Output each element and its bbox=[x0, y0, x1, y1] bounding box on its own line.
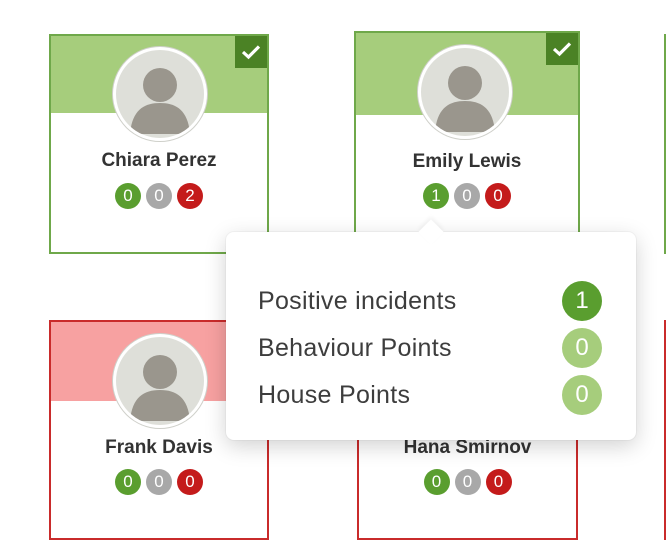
incident-counts[interactable]: 0 0 0 bbox=[51, 469, 267, 495]
avatar bbox=[113, 47, 207, 141]
student-name: Chiara Perez bbox=[101, 150, 217, 171]
popover-row-positive-incidents: Positive incidents 1 bbox=[258, 281, 602, 321]
negative-count-badge[interactable]: 0 bbox=[485, 469, 512, 495]
person-silhouette-icon bbox=[130, 355, 190, 421]
popover-row-value: 0 bbox=[562, 375, 602, 415]
neutral-count-badge[interactable]: 0 bbox=[146, 183, 172, 209]
negative-count-badge[interactable]: 0 bbox=[177, 469, 203, 495]
incident-summary-popover: Positive incidents 1 Behaviour Points 0 … bbox=[226, 219, 636, 440]
person-silhouette-icon bbox=[130, 68, 190, 134]
neutral-count-badge[interactable]: 0 bbox=[454, 183, 480, 209]
popover-row-label: House Points bbox=[258, 380, 411, 409]
student-grid: Chiara Perez 0 0 2 Emily Lewis 1 0 0 Fra… bbox=[0, 0, 666, 553]
positive-count-badge[interactable]: 0 bbox=[423, 469, 450, 495]
person-silhouette-icon bbox=[435, 66, 495, 132]
neutral-count-badge[interactable]: 0 bbox=[146, 469, 172, 495]
check-icon[interactable] bbox=[235, 36, 267, 68]
popover-row-label: Positive incidents bbox=[258, 286, 457, 315]
positive-count-badge[interactable]: 0 bbox=[115, 183, 141, 209]
student-card-chiara-perez[interactable]: Chiara Perez 0 0 2 bbox=[49, 34, 269, 254]
incident-counts[interactable]: 1 0 0 bbox=[356, 183, 578, 209]
incident-counts[interactable]: 0 0 0 bbox=[359, 469, 576, 495]
negative-count-badge[interactable]: 0 bbox=[485, 183, 511, 209]
positive-count-badge[interactable]: 1 bbox=[423, 183, 449, 209]
student-name: Hana Smirnov bbox=[403, 437, 532, 458]
check-icon[interactable] bbox=[546, 33, 578, 65]
avatar bbox=[418, 45, 512, 139]
neutral-count-badge[interactable]: 0 bbox=[454, 469, 481, 495]
positive-count-badge[interactable]: 0 bbox=[115, 469, 141, 495]
avatar bbox=[113, 334, 207, 428]
negative-count-badge[interactable]: 2 bbox=[177, 183, 203, 209]
popover-row-label: Behaviour Points bbox=[258, 333, 452, 362]
popover-row-behaviour-points: Behaviour Points 0 bbox=[258, 328, 602, 368]
incident-counts[interactable]: 0 0 2 bbox=[51, 183, 267, 209]
popover-row-value: 1 bbox=[562, 281, 602, 321]
student-card-emily-lewis[interactable]: Emily Lewis 1 0 0 bbox=[354, 31, 580, 255]
student-name: Frank Davis bbox=[105, 437, 213, 458]
popover-row-house-points: House Points 0 bbox=[258, 375, 602, 415]
student-name: Emily Lewis bbox=[412, 151, 522, 172]
popover-row-value: 0 bbox=[562, 328, 602, 368]
